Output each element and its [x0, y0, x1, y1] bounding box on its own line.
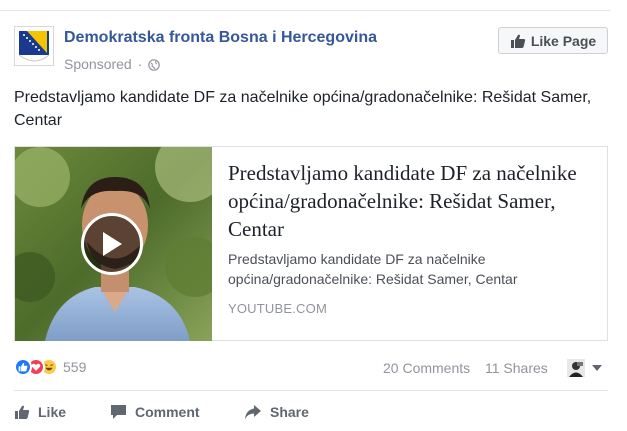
like-page-button[interactable]: Like Page — [498, 27, 608, 54]
post-text: Predstavljamo kandidate DF za načelnike … — [14, 89, 592, 129]
separator-dot: · — [137, 56, 143, 72]
like-page-label: Like Page — [530, 32, 597, 49]
share-button[interactable]: Share — [244, 398, 309, 426]
link-card-body: Predstavljamo kandidate DF za načelnike … — [212, 147, 607, 340]
share-label: Share — [270, 404, 309, 420]
chevron-down-icon[interactable] — [592, 365, 602, 371]
engagement-stats: 559 20 Comments 11 Shares — [14, 356, 608, 382]
post-header: Demokratska fronta Bosna i Hercegovina S… — [14, 26, 610, 76]
actions-divider — [14, 390, 608, 391]
top-divider — [0, 10, 610, 11]
link-card-description: Predstavljamo kandidate DF za načelnike … — [228, 251, 518, 287]
comment-label: Comment — [135, 404, 200, 420]
reactions-summary[interactable]: 559 — [14, 358, 86, 376]
link-card-title[interactable]: Predstavljamo kandidate DF za načelnike … — [228, 159, 593, 243]
flag-logo-icon — [15, 27, 53, 65]
sponsored-label[interactable]: Sponsored — [64, 56, 132, 72]
link-preview-card[interactable]: Predstavljamo kandidate DF za načelnike … — [14, 146, 608, 341]
page-name-link[interactable]: Demokratska fronta Bosna i Hercegovina — [64, 29, 377, 47]
thumbs-up-icon — [510, 34, 525, 48]
comments-count-link[interactable]: 20 Comments — [383, 360, 470, 376]
comment-button[interactable]: Comment — [110, 398, 200, 426]
like-label: Like — [38, 404, 67, 420]
sponsored-row: Sponsored · — [64, 56, 161, 72]
like-reaction-icon — [14, 358, 32, 376]
reaction-count: 559 — [63, 359, 87, 375]
play-icon — [103, 232, 122, 256]
video-thumbnail[interactable] — [15, 147, 212, 341]
globe-icon[interactable] — [148, 58, 161, 71]
viewer-avatar[interactable] — [567, 359, 585, 377]
like-button[interactable]: Like — [14, 398, 66, 426]
comment-bubble-icon — [111, 405, 126, 419]
play-button[interactable] — [81, 213, 143, 275]
thumbs-up-icon — [15, 405, 30, 419]
share-arrow-icon — [245, 405, 261, 419]
post-actions: Like Comment Share — [14, 398, 414, 426]
page-avatar[interactable] — [14, 26, 54, 66]
link-card-domain: YOUTUBE.COM — [228, 301, 327, 316]
shares-count-link[interactable]: 11 Shares — [485, 360, 548, 376]
